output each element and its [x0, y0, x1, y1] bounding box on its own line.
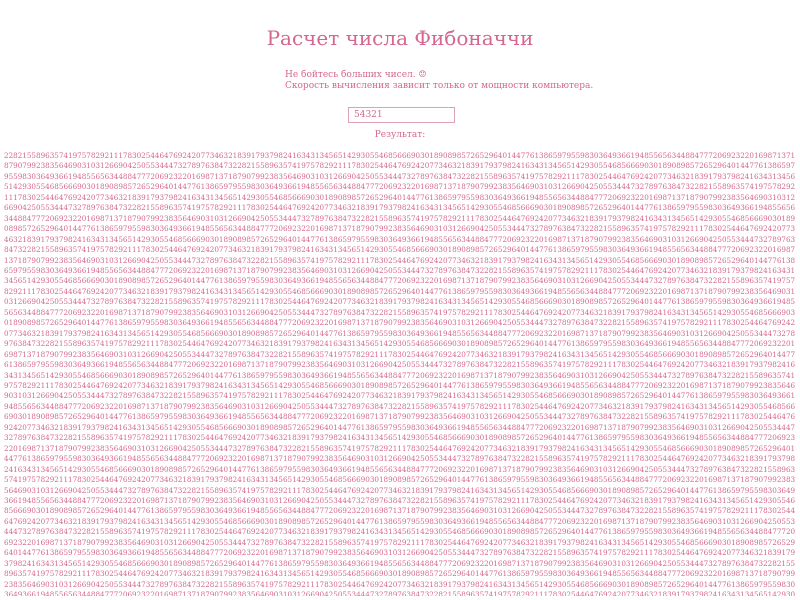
fibonacci-index-input[interactable]: [348, 107, 455, 123]
note-line-2: Скорость вычисления зависит только от мо…: [285, 81, 594, 91]
number-input-wrapper: [348, 102, 455, 123]
result-number: 2282155896357419757829211178302544647692…: [4, 151, 796, 596]
result-label: Результат:: [374, 130, 426, 140]
note-line-1: Не бойтесь больших чисел. ☺: [285, 70, 427, 80]
page-title: Расчет числа Фибоначчи: [266, 26, 534, 50]
page: Расчет числа Фибоначчи Не бойтесь больши…: [0, 0, 800, 600]
